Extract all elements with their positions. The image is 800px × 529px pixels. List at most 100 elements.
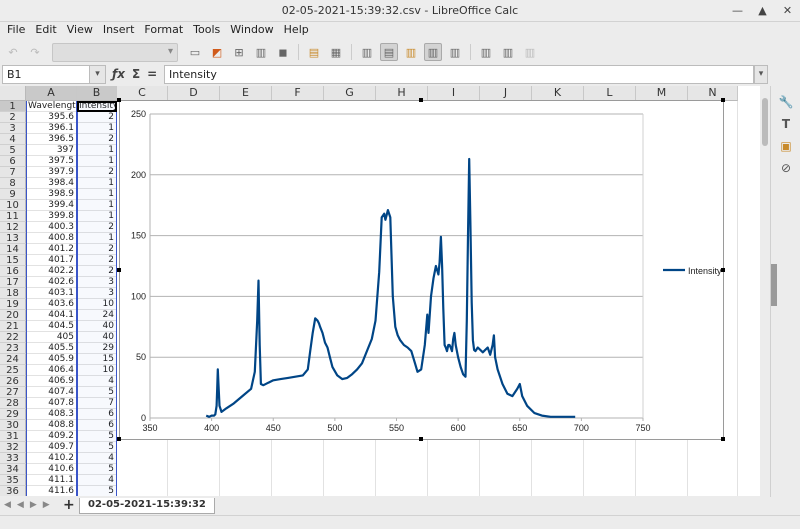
- cell-intensity[interactable]: 2: [77, 167, 117, 178]
- row-header[interactable]: 11: [0, 211, 26, 222]
- row-header[interactable]: 15: [0, 255, 26, 266]
- cell-wavelength[interactable]: 400.3: [26, 222, 77, 233]
- cell-intensity[interactable]: 1: [77, 189, 117, 200]
- row-header[interactable]: 31: [0, 431, 26, 442]
- menu-format[interactable]: Format: [139, 22, 188, 40]
- cell-intensity[interactable]: 7: [77, 398, 117, 409]
- cell-intensity[interactable]: 5: [77, 464, 117, 475]
- row-header[interactable]: 19: [0, 299, 26, 310]
- row-header[interactable]: 14: [0, 244, 26, 255]
- cell-wavelength[interactable]: 411.6: [26, 486, 77, 496]
- scroll-thumb[interactable]: [762, 98, 768, 146]
- column-header-m[interactable]: M: [636, 86, 688, 101]
- row-header[interactable]: 1: [0, 101, 26, 112]
- row-header[interactable]: 35: [0, 475, 26, 486]
- cell-intensity[interactable]: 1: [77, 200, 117, 211]
- menu-file[interactable]: File: [2, 22, 30, 40]
- row-header[interactable]: 3: [0, 123, 26, 134]
- gallery-icon[interactable]: ▣: [778, 138, 794, 154]
- cell-wavelength[interactable]: 399.4: [26, 200, 77, 211]
- cell-wavelength[interactable]: 403.6: [26, 299, 77, 310]
- row-header[interactable]: 24: [0, 354, 26, 365]
- row-header[interactable]: 12: [0, 222, 26, 233]
- chart-handle[interactable]: [721, 268, 725, 272]
- axes-icon[interactable]: ▥: [358, 43, 376, 61]
- cell-wavelength[interactable]: 404.1: [26, 310, 77, 321]
- menu-help[interactable]: Help: [279, 22, 314, 40]
- cell-wavelength[interactable]: 399.8: [26, 211, 77, 222]
- cell-wavelength[interactable]: Wavelength: [26, 101, 77, 112]
- chart-handle[interactable]: [721, 98, 725, 102]
- cell-intensity[interactable]: 1: [77, 211, 117, 222]
- column-header-c[interactable]: C: [117, 86, 168, 101]
- row-header[interactable]: 6: [0, 156, 26, 167]
- cell-intensity[interactable]: 6: [77, 420, 117, 431]
- navigator-icon[interactable]: ⊘: [778, 160, 794, 176]
- horizontal-grids-icon[interactable]: ▥: [402, 43, 420, 61]
- sidebar-collapse-handle[interactable]: [771, 264, 777, 306]
- column-chart-icon[interactable]: ▥: [499, 43, 517, 61]
- close-icon[interactable]: ✕: [781, 4, 794, 17]
- column-header-k[interactable]: K: [532, 86, 584, 101]
- scale-text-icon[interactable]: ▥: [424, 43, 442, 61]
- cell-wavelength[interactable]: 408.8: [26, 420, 77, 431]
- row-header[interactable]: 20: [0, 310, 26, 321]
- column-header-d[interactable]: D: [168, 86, 220, 101]
- cell-wavelength[interactable]: 409.7: [26, 442, 77, 453]
- row-header[interactable]: 18: [0, 288, 26, 299]
- cell-intensity[interactable]: 24: [77, 310, 117, 321]
- prev-sheet-icon[interactable]: ◀: [17, 500, 24, 510]
- cell-intensity[interactable]: 10: [77, 365, 117, 376]
- row-header[interactable]: 9: [0, 189, 26, 200]
- next-sheet-icon[interactable]: ▶: [30, 500, 37, 510]
- cell-wavelength[interactable]: 402.6: [26, 277, 77, 288]
- column-header-j[interactable]: J: [480, 86, 532, 101]
- automatic-layout-icon[interactable]: ▥: [446, 43, 464, 61]
- cell-wavelength[interactable]: 407.4: [26, 387, 77, 398]
- row-header[interactable]: 4: [0, 134, 26, 145]
- row-header[interactable]: 17: [0, 277, 26, 288]
- row-header[interactable]: 13: [0, 233, 26, 244]
- row-header[interactable]: 25: [0, 365, 26, 376]
- cell-wavelength[interactable]: 410.6: [26, 464, 77, 475]
- cell-wavelength[interactable]: 395.6: [26, 112, 77, 123]
- row-header[interactable]: 7: [0, 167, 26, 178]
- legend-on-off-icon[interactable]: ▦: [327, 43, 345, 61]
- add-sheet-button[interactable]: +: [63, 497, 75, 513]
- row-header[interactable]: 5: [0, 145, 26, 156]
- cell-intensity[interactable]: 5: [77, 431, 117, 442]
- chart-wall-icon[interactable]: ◼: [274, 43, 292, 61]
- cell-intensity[interactable]: 2: [77, 222, 117, 233]
- cell-wavelength[interactable]: 407.8: [26, 398, 77, 409]
- chart-handle[interactable]: [117, 437, 121, 441]
- cell-wavelength[interactable]: 397.5: [26, 156, 77, 167]
- cell-intensity[interactable]: 3: [77, 277, 117, 288]
- cell-intensity[interactable]: 5: [77, 387, 117, 398]
- cell-wavelength[interactable]: 405.9: [26, 354, 77, 365]
- menu-tools[interactable]: Tools: [188, 22, 225, 40]
- row-header[interactable]: 28: [0, 398, 26, 409]
- cell-intensity[interactable]: 40: [77, 321, 117, 332]
- cell-wavelength[interactable]: 401.2: [26, 244, 77, 255]
- cell-wavelength[interactable]: 397.9: [26, 167, 77, 178]
- formula-input[interactable]: Intensity: [164, 65, 754, 84]
- row-header[interactable]: 32: [0, 442, 26, 453]
- menu-window[interactable]: Window: [225, 22, 278, 40]
- row-header[interactable]: 21: [0, 321, 26, 332]
- row-header[interactable]: 8: [0, 178, 26, 189]
- row-header[interactable]: 22: [0, 332, 26, 343]
- vertical-scrollbar[interactable]: [760, 86, 770, 496]
- cell-intensity[interactable]: 1: [77, 145, 117, 156]
- cell-wavelength[interactable]: 409.2: [26, 431, 77, 442]
- legend-icon[interactable]: ▤: [380, 43, 398, 61]
- cell-intensity[interactable]: 2: [77, 134, 117, 145]
- maximize-icon[interactable]: ▲: [756, 4, 769, 17]
- chart-handle[interactable]: [419, 437, 423, 441]
- more-options-icon[interactable]: ▥: [521, 43, 539, 61]
- cell-intensity[interactable]: 1: [77, 123, 117, 134]
- styles-icon[interactable]: T: [778, 116, 794, 132]
- function-wizard-icon[interactable]: ƒx: [112, 67, 125, 81]
- cell-intensity[interactable]: 1: [77, 156, 117, 167]
- name-box-dropdown-icon[interactable]: ▾: [89, 65, 106, 84]
- cell-intensity[interactable]: 10: [77, 299, 117, 310]
